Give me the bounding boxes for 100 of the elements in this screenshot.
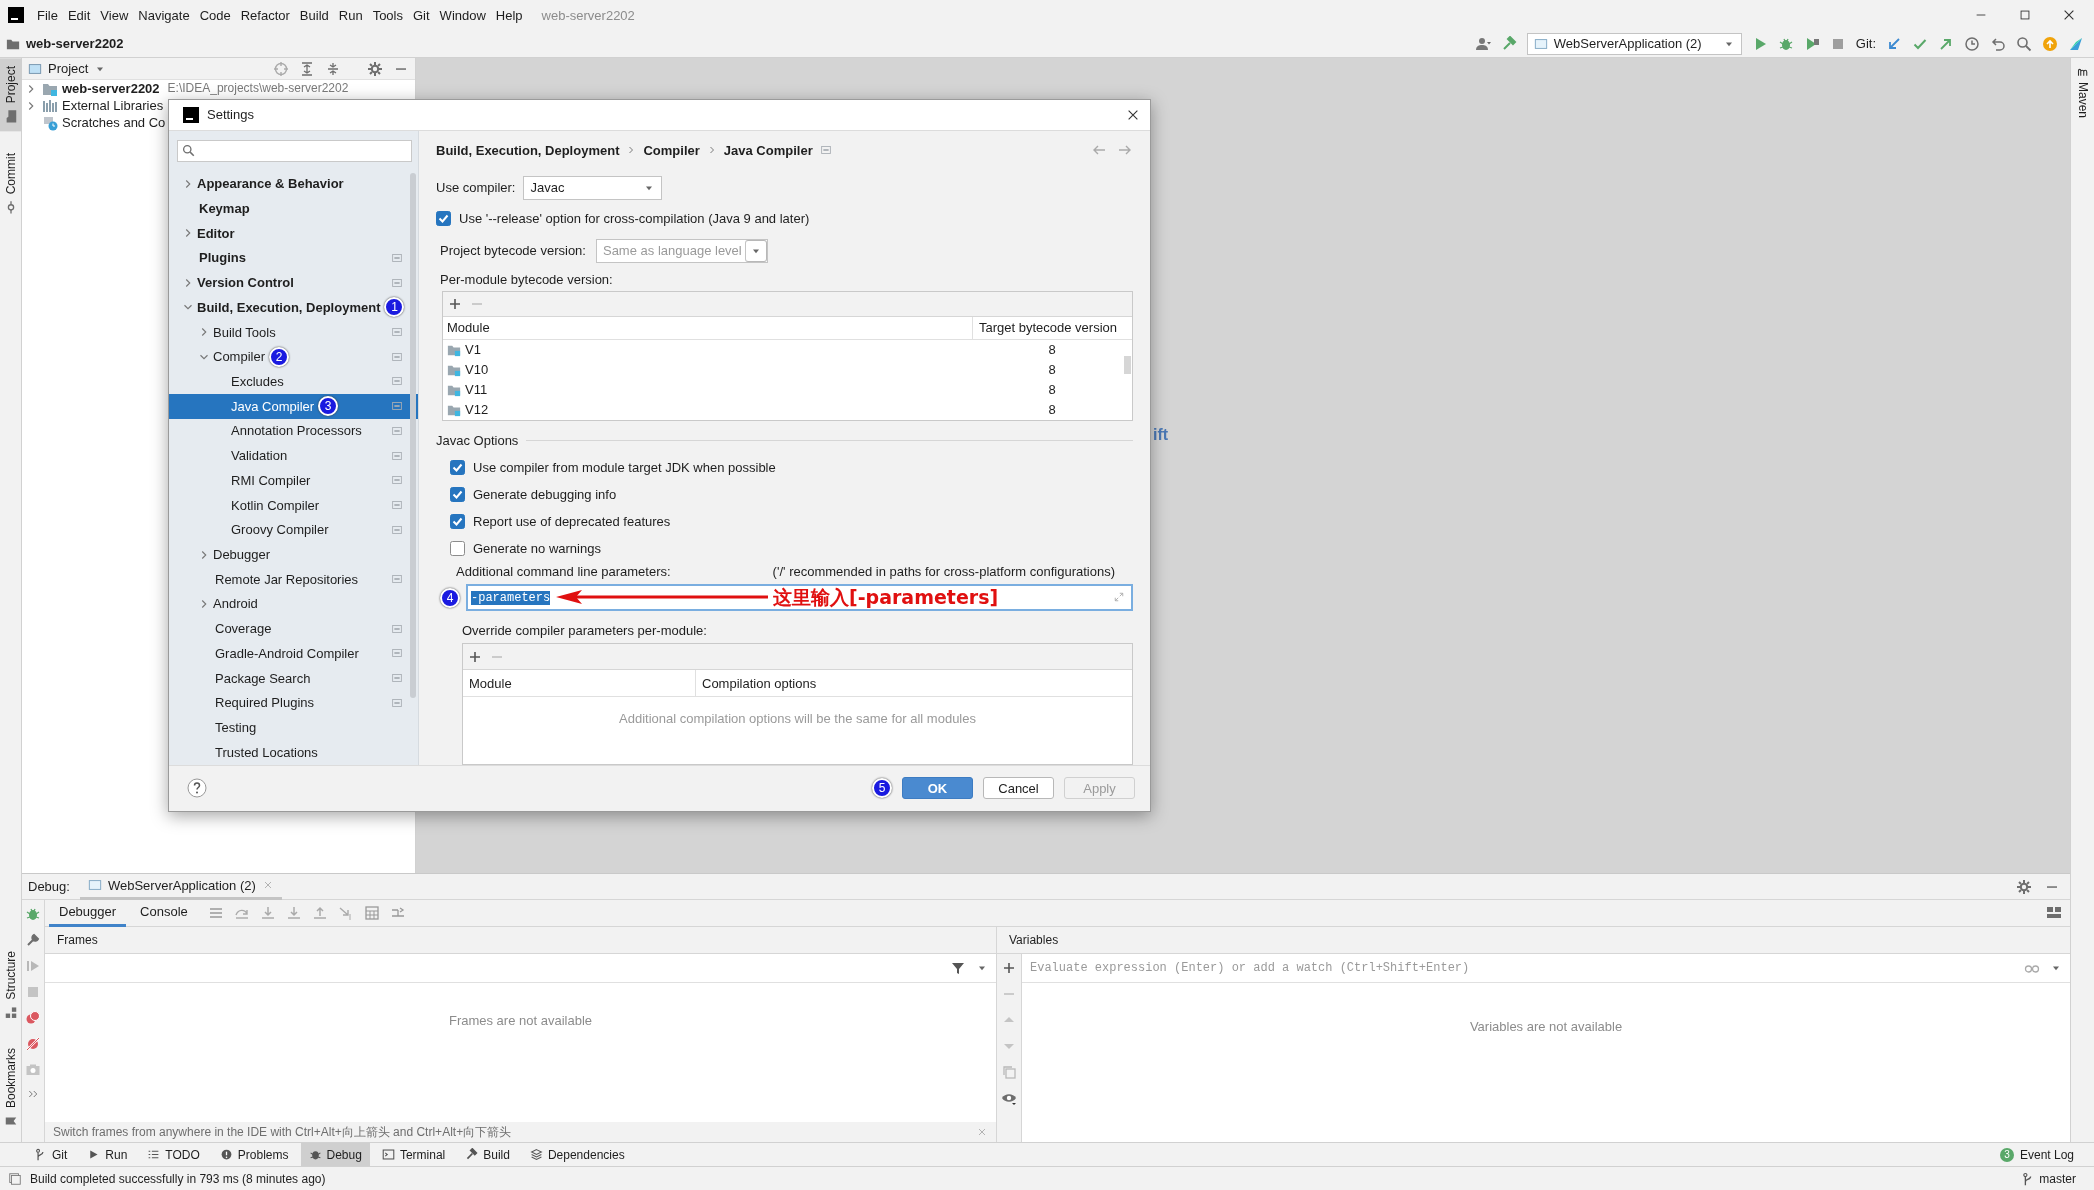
settings-nav-item[interactable]: Version Control — [169, 270, 418, 295]
tree-item[interactable]: web-server2202 — [62, 81, 160, 96]
step-into-icon[interactable] — [259, 905, 276, 921]
menu-item[interactable]: File — [32, 7, 63, 23]
tool-window-tab[interactable]: Commit — [0, 145, 22, 223]
dialog-button[interactable]: Cancel — [983, 777, 1054, 800]
close-icon[interactable] — [2062, 8, 2076, 22]
panel-title[interactable]: Project — [48, 61, 89, 76]
tool-window-tab[interactable]: Structure — [0, 943, 22, 1028]
menu-item[interactable]: Build — [294, 7, 334, 23]
menu-item[interactable]: View — [95, 7, 134, 23]
undo-icon[interactable] — [1990, 35, 2006, 52]
tool-window-button[interactable]: Git — [26, 1143, 76, 1166]
tool-window-button[interactable]: Run — [79, 1143, 136, 1166]
tool-window-tab[interactable]: Project — [0, 58, 22, 132]
checkbox[interactable] — [450, 514, 465, 530]
tool-window-button[interactable]: TODO — [139, 1143, 208, 1166]
plus-icon[interactable] — [1001, 960, 1017, 976]
user-icon[interactable] — [1474, 35, 1491, 52]
camera-icon[interactable] — [25, 1062, 41, 1078]
tree-item[interactable]: Scratches and Co — [62, 115, 166, 130]
tool-window-button[interactable]: Dependencies — [521, 1143, 633, 1166]
maximize-icon[interactable] — [2018, 8, 2032, 22]
arrow-down-left-icon[interactable] — [1886, 35, 1902, 52]
session-tab[interactable]: WebServerApplication (2) — [79, 874, 282, 900]
settings-nav-item[interactable]: Testing — [169, 715, 418, 740]
project-name[interactable]: web-server2202 — [26, 36, 124, 51]
menu-item[interactable]: Tools — [367, 7, 408, 23]
tool-window-button[interactable]: Debug — [300, 1143, 370, 1166]
settings-nav-item[interactable]: Remote Jar Repositories — [169, 566, 418, 592]
settings-nav-item[interactable]: Annotation Processors — [169, 418, 418, 444]
settings-nav-item[interactable]: Compiler 2 — [169, 344, 418, 370]
scrollbar[interactable] — [410, 172, 416, 698]
step-out-icon[interactable] — [311, 905, 328, 921]
checkbox[interactable] — [450, 541, 465, 557]
settings-nav-item[interactable]: Groovy Compiler — [169, 517, 418, 543]
event-log-button[interactable]: Event Log — [2019, 1147, 2074, 1162]
settings-nav-item[interactable]: Plugins — [169, 245, 418, 271]
settings-nav-item[interactable]: Excludes — [169, 369, 418, 394]
parameters-field[interactable]: -parameters 这里输入[-parameters] — [466, 584, 1133, 612]
menu-item[interactable]: Edit — [62, 7, 96, 23]
grid-icon[interactable] — [363, 905, 380, 921]
tab[interactable]: Debugger — [49, 899, 127, 927]
menu-item[interactable]: Refactor — [235, 7, 295, 23]
settings-nav-item[interactable]: Java Compiler 3 — [169, 393, 418, 419]
checkbox[interactable] — [436, 210, 451, 226]
breakpoints-icon[interactable] — [25, 1010, 41, 1026]
tree-item[interactable]: External Libraries — [62, 98, 164, 113]
search-icon[interactable] — [2016, 35, 2032, 52]
settings-nav-item[interactable]: Package Search — [169, 665, 418, 691]
settings-nav-item[interactable]: Kotlin Compiler — [169, 492, 418, 518]
tab[interactable]: Console — [130, 899, 198, 927]
settings-nav-item[interactable]: Build, Execution, Deployment 1 — [169, 294, 418, 320]
menu-item[interactable]: Git — [408, 7, 435, 23]
update-icon[interactable] — [2042, 35, 2058, 52]
scrollbar[interactable] — [1124, 355, 1131, 374]
dialog-button[interactable]: OK — [902, 777, 973, 800]
step-into-icon[interactable] — [285, 905, 302, 921]
settings-nav-item[interactable]: Coverage — [169, 616, 418, 642]
settings-nav-item[interactable]: Editor — [169, 220, 418, 246]
settings-icon[interactable] — [367, 60, 383, 77]
menu-item[interactable]: Navigate — [133, 7, 195, 23]
more-icon[interactable] — [27, 1088, 39, 1100]
compiler-dropdown[interactable]: Javac — [523, 175, 663, 200]
checkbox[interactable] — [450, 487, 465, 503]
menu-item[interactable]: Window — [434, 7, 491, 23]
settings-nav-item[interactable]: Required Plugins — [169, 690, 418, 716]
help-icon[interactable] — [187, 778, 207, 799]
settings-nav-item[interactable]: Keymap — [169, 196, 418, 221]
locate-icon[interactable] — [273, 60, 289, 77]
settings-icon[interactable] — [2016, 878, 2032, 895]
menu-item[interactable]: Code — [194, 7, 236, 23]
branch-name[interactable]: master — [2039, 1171, 2076, 1186]
run-config-dropdown[interactable]: WebServerApplication (2) — [1526, 32, 1742, 55]
mute-breakpoints-icon[interactable] — [25, 1036, 41, 1052]
tool-window-tab[interactable]: Bookmarks — [0, 1039, 22, 1136]
panel-icon[interactable] — [8, 1171, 22, 1186]
expand-icon[interactable] — [1113, 591, 1125, 604]
settings-nav-item[interactable]: Debugger — [169, 542, 418, 567]
expand-all-icon[interactable] — [299, 60, 315, 77]
menu-item[interactable]: Run — [333, 7, 368, 23]
filter-icon[interactable] — [950, 960, 966, 976]
settings-nav-item[interactable]: Validation — [169, 443, 418, 468]
checkbox[interactable] — [450, 460, 465, 476]
settings-nav-item[interactable]: RMI Compiler — [169, 468, 418, 493]
settings-nav-item[interactable]: Android — [169, 591, 418, 617]
settings-nav-item[interactable]: Appearance & Behavior — [169, 171, 418, 197]
collapse-all-icon[interactable] — [325, 60, 341, 77]
search-field[interactable] — [177, 139, 412, 163]
settings-nav-item[interactable]: Trusted Locations — [169, 739, 418, 765]
settings-nav-item[interactable]: Gradle-Android Compiler — [169, 641, 418, 666]
tool-window-button[interactable]: Problems — [211, 1143, 297, 1166]
tool-window-button[interactable]: Terminal — [373, 1143, 454, 1166]
menu-item[interactable]: Help — [490, 7, 528, 23]
wrench-icon[interactable] — [25, 932, 41, 948]
bug-icon[interactable] — [25, 906, 41, 922]
tool-window-tab[interactable]: Maven — [2073, 58, 2092, 127]
settings-nav-item[interactable]: Build Tools — [169, 319, 418, 345]
plugin-icon[interactable] — [2068, 35, 2084, 52]
run-to-cursor-icon[interactable] — [337, 905, 354, 921]
